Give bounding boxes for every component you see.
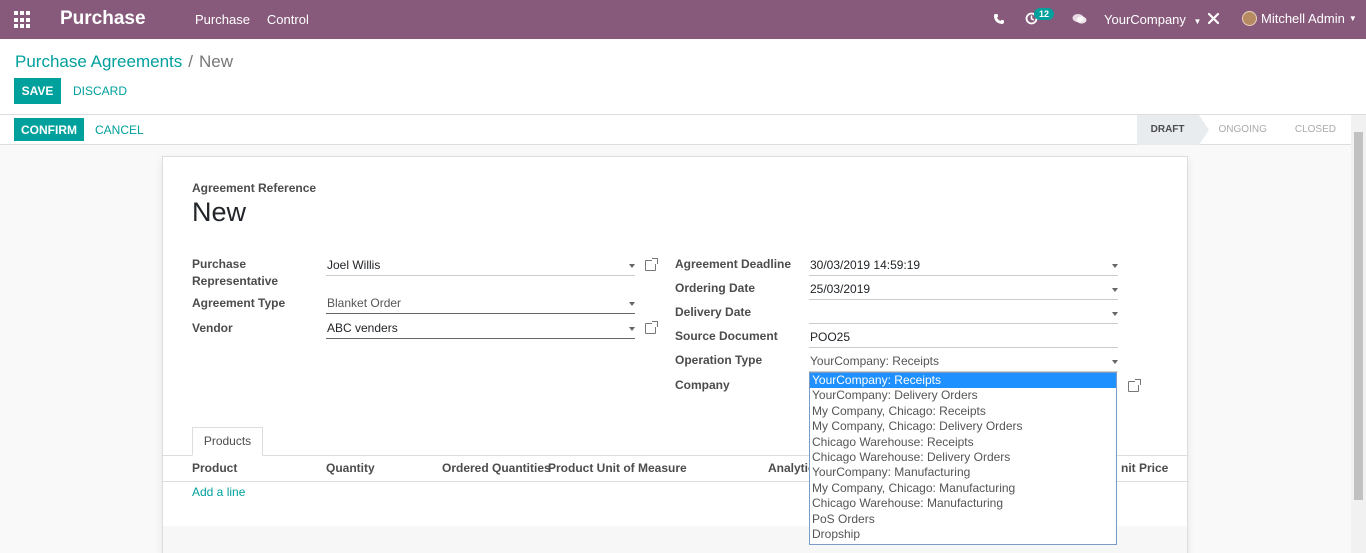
vendor-value: ABC venders: [327, 321, 398, 335]
source-document-label: Source Document: [675, 329, 778, 343]
vendor-label: Vendor: [192, 321, 233, 335]
stage-ongoing[interactable]: ONGOING: [1199, 115, 1281, 145]
vendor-field[interactable]: ABC venders: [326, 319, 635, 339]
user-name: Mitchell Admin: [1261, 11, 1345, 26]
column-product[interactable]: Product: [192, 461, 237, 475]
operation-type-value: YourCompany: Receipts: [810, 354, 939, 368]
delivery-date-label: Delivery Date: [675, 305, 752, 319]
ordering-date-field[interactable]: 25/03/2019: [809, 280, 1118, 300]
column-product-uom[interactable]: Product Unit of Measure: [548, 461, 687, 475]
scrollbar-thumb[interactable]: [1354, 132, 1363, 500]
activity-count-badge: 12: [1034, 8, 1055, 20]
dropdown-option[interactable]: PoS Orders: [810, 512, 1116, 527]
agreement-type-field[interactable]: Blanket Order: [326, 294, 635, 314]
agreement-deadline-label: Agreement Deadline: [675, 257, 792, 271]
stage-closed[interactable]: CLOSED: [1281, 115, 1350, 145]
caret-down-icon: [1112, 360, 1118, 364]
app-brand: Purchase: [60, 8, 146, 29]
breadcrumb-current: New: [199, 52, 234, 71]
control-panel: Purchase Agreements / New SAVE DISCARD: [0, 39, 1366, 115]
agreement-deadline-value: 30/03/2019 14:59:19: [810, 258, 921, 272]
caret-down-icon: [1112, 264, 1118, 268]
purchase-representative-value: Joel Willis: [327, 258, 381, 272]
menu-item-purchase[interactable]: Purchase: [195, 12, 250, 27]
ordering-date-label: Ordering Date: [675, 281, 756, 295]
dropdown-option[interactable]: My Company, Chicago: Manufacturing: [810, 481, 1116, 496]
dropdown-option[interactable]: YourCompany: Manufacturing: [810, 465, 1116, 480]
agreement-reference-value: New: [192, 197, 247, 227]
main-menu: Purchase Control: [195, 12, 309, 27]
column-quantity[interactable]: Quantity: [326, 461, 375, 475]
cancel-button[interactable]: CANCEL: [89, 118, 150, 141]
dropdown-option[interactable]: My Company, Chicago: Delivery Orders: [810, 419, 1116, 434]
discard-button[interactable]: DISCARD: [66, 78, 134, 104]
dropdown-option[interactable]: YourCompany: Receipts: [810, 373, 1116, 389]
ordering-date-value: 25/03/2019: [810, 282, 871, 296]
external-link-icon[interactable]: [645, 321, 658, 334]
caret-down-icon: [629, 264, 635, 268]
company-name: YourCompany: [1104, 12, 1186, 27]
breadcrumb-separator: /: [188, 52, 193, 71]
purchase-representative-label-line1: Purchase: [192, 257, 247, 271]
status-bar: CONFIRM CANCEL DRAFT ONGOING CLOSED: [0, 115, 1366, 145]
chat-icon[interactable]: [1072, 13, 1087, 25]
breadcrumb: Purchase Agreements / New: [15, 52, 233, 72]
breadcrumb-parent[interactable]: Purchase Agreements: [15, 52, 182, 71]
top-navbar: Purchase Purchase Control 12 YourCompany…: [0, 0, 1366, 39]
dropdown-option[interactable]: My Company, Chicago: Receipts: [810, 404, 1116, 419]
operation-type-field[interactable]: YourCompany: Receipts: [809, 352, 1118, 372]
save-button[interactable]: SAVE: [14, 78, 61, 104]
column-analytic[interactable]: Analytic: [768, 461, 815, 475]
debug-tools-icon[interactable]: [1207, 12, 1220, 25]
dropdown-option[interactable]: Chicago Warehouse: Delivery Orders: [810, 450, 1116, 465]
chevron-down-icon: ▼: [1193, 17, 1202, 26]
source-document-value: POO25: [810, 330, 851, 344]
purchase-representative-label-line2: Representative: [192, 274, 279, 288]
avatar: [1242, 11, 1257, 26]
apps-menu-icon[interactable]: [14, 11, 32, 29]
phone-icon[interactable]: [993, 13, 1005, 25]
menu-item-control[interactable]: Control: [267, 12, 309, 27]
agreement-reference-label: Agreement Reference: [192, 181, 317, 195]
company-label: Company: [675, 378, 730, 392]
confirm-button[interactable]: CONFIRM: [14, 118, 84, 141]
external-link-icon[interactable]: [1128, 379, 1141, 392]
operation-type-label: Operation Type: [675, 353, 763, 367]
tab-products[interactable]: Products: [192, 427, 263, 456]
chevron-down-icon: ▼: [1348, 14, 1357, 23]
dropdown-option[interactable]: Chicago Warehouse: Receipts: [810, 435, 1116, 450]
external-link-icon[interactable]: [645, 258, 658, 271]
source-document-field[interactable]: POO25: [809, 328, 1118, 348]
agreement-type-label: Agreement Type: [192, 296, 286, 310]
caret-down-icon: [1112, 312, 1118, 316]
column-unit-price[interactable]: nit Price: [1121, 461, 1168, 475]
dropdown-option[interactable]: Dropship: [810, 527, 1116, 542]
purchase-representative-field[interactable]: Joel Willis: [326, 256, 635, 276]
stage-pipeline: DRAFT ONGOING CLOSED: [1136, 115, 1350, 145]
add-line-link[interactable]: Add a line: [192, 485, 245, 499]
company-switcher[interactable]: YourCompany ▼: [1104, 12, 1201, 27]
dropdown-option[interactable]: Chicago Warehouse: Manufacturing: [810, 496, 1116, 511]
caret-down-icon: [629, 327, 635, 331]
agreement-deadline-field[interactable]: 30/03/2019 14:59:19: [809, 256, 1118, 276]
caret-down-icon: [629, 302, 635, 306]
user-menu[interactable]: Mitchell Admin ▼: [1242, 11, 1357, 26]
purchase-representative-label: Purchase Representative: [192, 256, 278, 290]
dropdown-option[interactable]: YourCompany: Delivery Orders: [810, 388, 1116, 403]
stage-draft[interactable]: DRAFT: [1136, 115, 1209, 145]
caret-down-icon: [1112, 288, 1118, 292]
delivery-date-field[interactable]: [809, 304, 1118, 324]
column-ordered-quantities[interactable]: Ordered Quantities: [442, 461, 551, 475]
operation-type-dropdown[interactable]: YourCompany: Receipts YourCompany: Deliv…: [809, 372, 1117, 545]
agreement-type-value: Blanket Order: [327, 296, 402, 310]
